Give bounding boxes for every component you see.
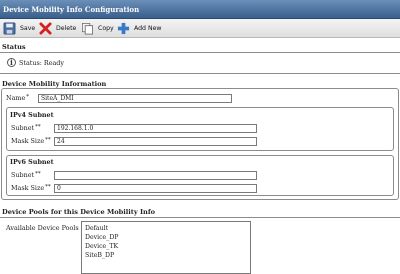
- list-item[interactable]: Default: [85, 224, 247, 233]
- copy-button[interactable]: Copy: [81, 21, 114, 36]
- toolbar: Save Delete Copy Add New: [0, 19, 400, 38]
- list-item[interactable]: Device_TK: [85, 242, 247, 251]
- ipv6-heading: IPv6 Subnet: [10, 158, 54, 166]
- info-heading: Device Mobility Information: [2, 80, 107, 88]
- ipv6-mask-field[interactable]: 0: [54, 184, 257, 193]
- status-bottom-divider: [0, 73, 400, 74]
- list-item[interactable]: Device_DP: [85, 233, 247, 242]
- delete-button[interactable]: Delete: [39, 21, 76, 36]
- name-field[interactable]: SiteA_DMI: [38, 94, 232, 103]
- ipv4-mask-field[interactable]: 24: [54, 137, 257, 146]
- ipv4-subnet-label: Subnet**: [11, 124, 41, 132]
- status-heading: Status: [2, 43, 26, 51]
- ipv4-heading: IPv4 Subnet: [10, 111, 54, 119]
- ipv6-subnet-field[interactable]: [54, 171, 257, 180]
- delete-icon: [39, 22, 52, 35]
- status-text: Status: Ready: [19, 59, 65, 67]
- delete-label: Delete: [56, 25, 77, 32]
- ipv6-mask-label: Mask Size**: [11, 184, 51, 192]
- save-button[interactable]: Save: [3, 21, 35, 36]
- title-bar: Device Mobility Info Configuration: [0, 0, 400, 19]
- name-label: Name*: [6, 94, 29, 102]
- add-new-label: Add New: [134, 25, 162, 32]
- copy-icon: [82, 23, 93, 35]
- available-pools-list[interactable]: Default Device_DP Device_TK SiteB_DP: [81, 221, 251, 274]
- ipv4-subnet-field[interactable]: 192.168.1.0: [54, 124, 257, 133]
- save-label: Save: [20, 25, 36, 32]
- add-icon: [117, 22, 130, 35]
- info-icon: i: [7, 58, 16, 67]
- copy-label: Copy: [98, 25, 114, 32]
- available-pools-label: Available Device Pools: [6, 224, 79, 232]
- pools-divider: [0, 217, 400, 218]
- list-item[interactable]: SiteB_DP: [85, 251, 247, 260]
- add-new-button[interactable]: Add New: [117, 21, 161, 36]
- ipv6-subnet-label: Subnet**: [11, 171, 41, 179]
- pools-heading: Device Pools for this Device Mobility In…: [2, 208, 156, 216]
- save-icon: [3, 22, 16, 35]
- status-divider: [0, 52, 400, 53]
- ipv4-mask-label: Mask Size**: [11, 137, 51, 145]
- window-title: Device Mobility Info Configuration: [3, 5, 140, 14]
